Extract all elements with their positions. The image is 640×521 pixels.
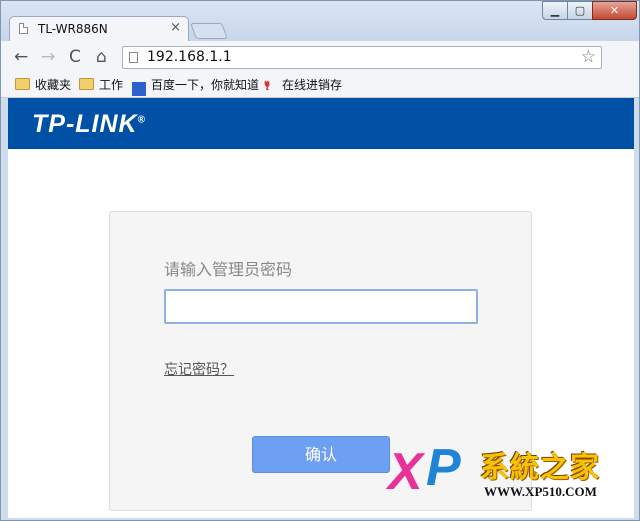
tab-title: TL-WR886N [38, 22, 108, 36]
maximize-button[interactable]: ▢ [567, 1, 593, 20]
watermark-name: 系統之家 [480, 450, 601, 484]
bookmark-label: 百度一下，你就知道 [151, 78, 260, 92]
folder-icon [79, 78, 94, 90]
close-button[interactable]: ✕ [592, 1, 637, 20]
page-icon [129, 52, 138, 63]
browser-toolbar: ← → C ⌂ 192.168.1.1 ☆ [1, 41, 639, 101]
bookmark-label: 收藏夹 [35, 78, 72, 92]
bookmark-star-icon[interactable]: ☆ [581, 47, 596, 67]
url-text[interactable]: 192.168.1.1 [147, 49, 232, 65]
page-icon [19, 23, 28, 34]
address-bar[interactable]: 192.168.1.1 ☆ [122, 46, 602, 69]
watermark-p: P [426, 439, 461, 497]
bookmark-inventory[interactable]: 𐇳 在线进销存 [264, 77, 342, 93]
password-input[interactable] [164, 289, 478, 324]
watermark-x: X [388, 443, 423, 501]
tp-link-logo: TP-LINK® [32, 110, 146, 138]
confirm-button[interactable]: 确认 [252, 436, 390, 473]
tab-close-icon[interactable]: × [170, 20, 181, 35]
baidu-paw-icon: 🐾 [132, 82, 146, 96]
new-tab-button[interactable] [190, 23, 228, 39]
xp510-watermark: X P 系統之家 WWW.XP510.COM [388, 440, 628, 510]
reload-icon[interactable]: C [69, 48, 81, 66]
bookmark-label: 在线进销存 [282, 78, 343, 92]
tab-tl-wr886n[interactable]: TL-WR886N × [9, 16, 189, 41]
bookmark-work[interactable]: 工作 [79, 77, 123, 93]
bookmark-baidu[interactable]: 🐾 百度一下，你就知道 [132, 77, 260, 96]
brand-header: TP-LINK® [8, 98, 634, 149]
figure-icon: 𐇳 [264, 79, 270, 93]
password-prompt: 请输入管理员密码 [164, 260, 293, 279]
bookmarks-bar: 收藏夹 工作 🐾 百度一下，你就知道 𐇳 在线进销存 [1, 73, 639, 98]
forward-icon[interactable]: → [41, 48, 55, 66]
minimize-button[interactable]: ▁ [542, 1, 568, 20]
title-bar: TL-WR886N × ▁ ▢ ✕ [1, 1, 639, 41]
bookmark-label: 工作 [99, 78, 124, 92]
folder-icon [15, 78, 30, 90]
home-icon[interactable]: ⌂ [96, 48, 107, 66]
forgot-password-link[interactable]: 忘记密码？ [164, 359, 234, 379]
watermark-url: WWW.XP510.COM [484, 484, 597, 499]
bookmark-favorites[interactable]: 收藏夹 [15, 77, 71, 93]
back-icon[interactable]: ← [14, 48, 28, 66]
